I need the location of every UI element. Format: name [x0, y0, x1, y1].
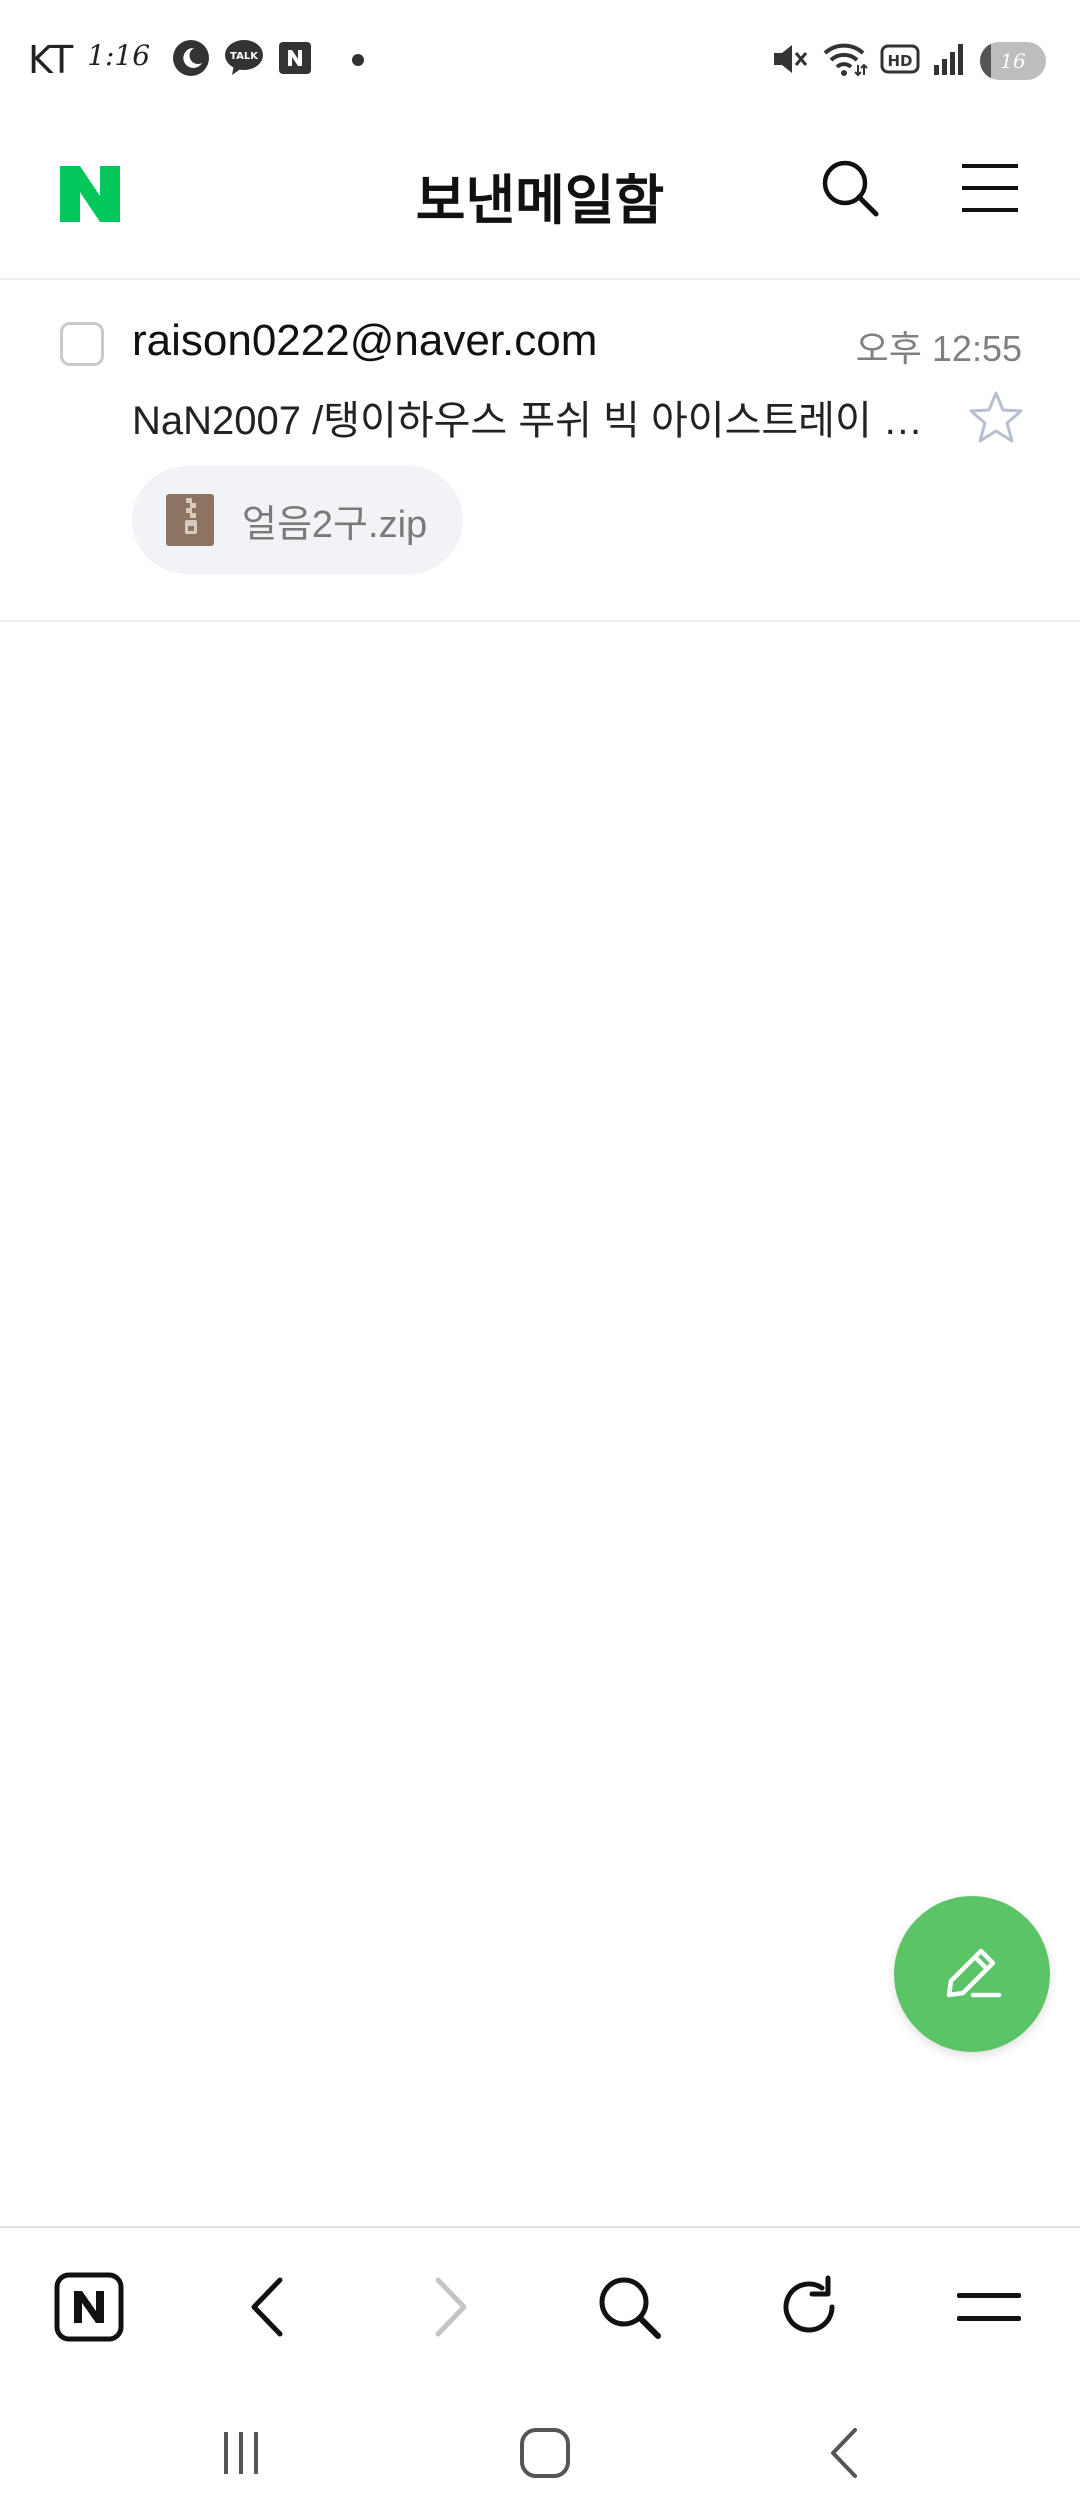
app-root: KT 1:16 TALK HD 16 보낸메일함 raison0222@nave… — [0, 0, 1080, 2520]
system-back-button[interactable] — [800, 2410, 890, 2500]
status-bar: KT 1:16 TALK HD 16 — [0, 0, 1080, 120]
mail-sender: raison0222@naver.com — [132, 316, 598, 365]
menu-icon — [955, 2287, 1023, 2331]
star-button[interactable] — [966, 388, 1026, 448]
system-navigation-bar — [0, 2390, 1080, 2520]
compose-button[interactable] — [894, 1896, 1050, 2052]
notification-dot-icon — [352, 54, 365, 66]
back-arrow-icon — [244, 2276, 294, 2342]
browser-toolbar — [0, 2226, 1080, 2392]
mail-subject: NaN2007 /탱이하우스 푸쉬 빅 아이스트레이 얼음2구 — [132, 399, 932, 443]
hamburger-menu-icon — [960, 162, 1020, 218]
browser-search-button[interactable] — [584, 2264, 674, 2354]
page-title: 보낸메일함 — [415, 169, 665, 232]
hd-icon: HD — [880, 42, 920, 80]
status-right: HD 16 — [770, 36, 1046, 86]
battery-level: 16 — [1000, 49, 1026, 73]
back-icon — [823, 2426, 867, 2484]
naver-home-button[interactable] — [44, 2264, 134, 2354]
moon-icon — [172, 39, 210, 81]
recent-apps-button[interactable] — [196, 2410, 286, 2500]
compose-pencil-icon — [937, 1937, 1007, 2011]
status-left: KT 1:16 TALK — [28, 30, 365, 90]
naver-notification-icon — [278, 41, 312, 79]
mail-list-item[interactable]: raison0222@naver.com 오후 12:55 NaN2007 /탱… — [0, 280, 1080, 622]
refresh-icon — [776, 2274, 842, 2344]
mail-select-checkbox[interactable] — [60, 322, 104, 366]
browser-menu-button[interactable] — [944, 2264, 1034, 2354]
zip-file-icon — [166, 494, 214, 546]
search-icon — [820, 158, 880, 222]
search-icon — [596, 2274, 662, 2344]
recent-apps-icon — [216, 2428, 266, 2482]
carrier-label: KT — [28, 38, 74, 82]
signal-icon — [932, 41, 968, 81]
home-icon — [518, 2426, 572, 2484]
attachment-name: 얼음2구.zip — [242, 503, 428, 546]
clock-label: 1:16 — [87, 38, 151, 72]
refresh-button[interactable] — [764, 2264, 854, 2354]
back-button[interactable] — [224, 2264, 314, 2354]
attachment-chip[interactable]: 얼음2구.zip — [132, 466, 464, 574]
star-icon — [969, 391, 1023, 443]
svg-text:HD: HD — [887, 52, 912, 70]
mute-icon — [770, 39, 810, 83]
battery-icon: 16 — [980, 42, 1046, 80]
forward-arrow-icon — [424, 2276, 474, 2342]
svg-text:TALK: TALK — [230, 51, 259, 62]
naver-home-icon — [54, 2272, 124, 2346]
search-button[interactable] — [810, 150, 890, 230]
app-header: 보낸메일함 — [0, 120, 1080, 280]
kakaotalk-icon: TALK — [224, 39, 264, 81]
menu-button[interactable] — [950, 150, 1030, 230]
wifi-icon — [822, 39, 868, 83]
mail-time: 오후 12:55 — [855, 328, 1022, 369]
forward-button[interactable] — [404, 2264, 494, 2354]
home-button[interactable] — [500, 2410, 590, 2500]
